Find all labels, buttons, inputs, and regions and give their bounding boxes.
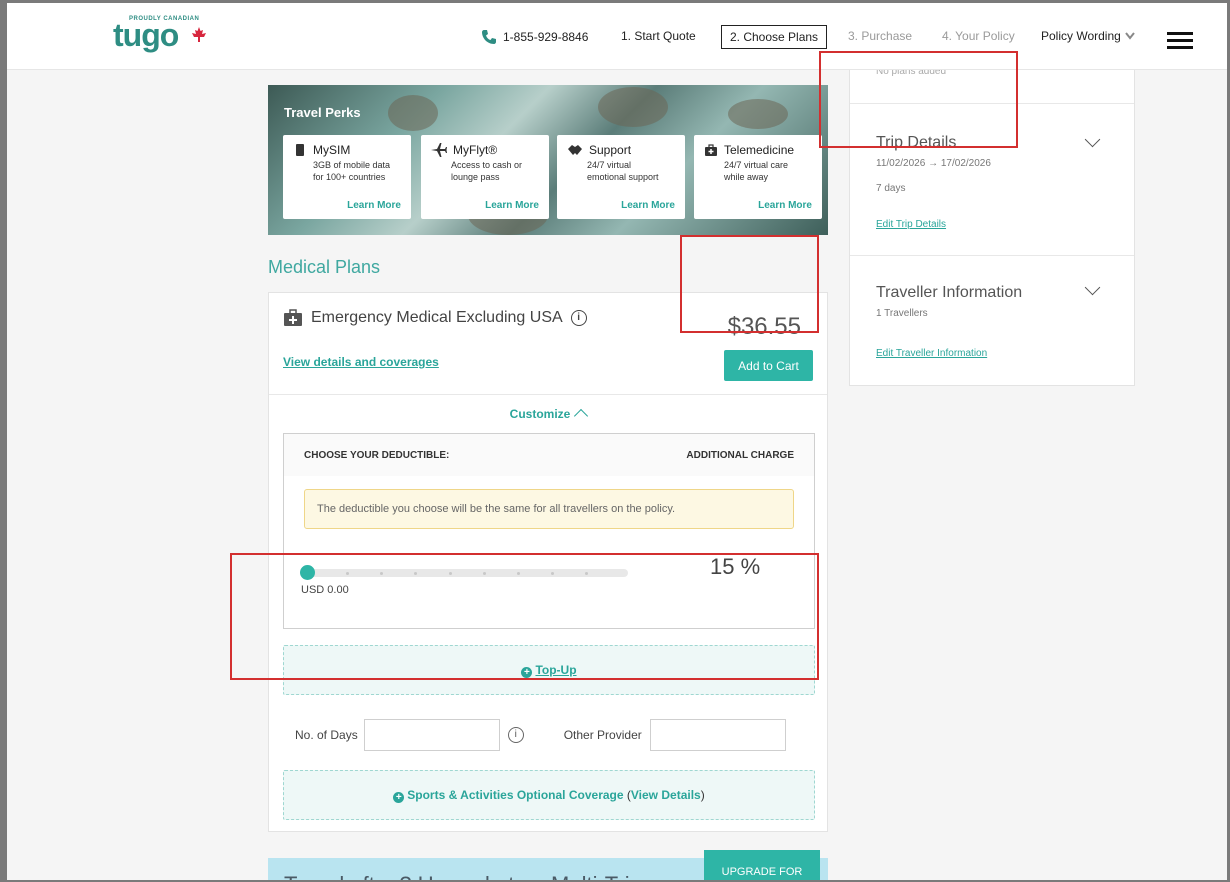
days-row: No. of Days i Other Provider	[295, 719, 786, 751]
info-icon[interactable]: i	[570, 310, 587, 326]
step-start-quote[interactable]: 1. Start Quote	[621, 29, 696, 43]
customize-toggle[interactable]: Customize	[269, 407, 827, 424]
perk-card-mysim: MySIM 3GB of mobile data for 100+ countri…	[283, 135, 411, 219]
days-input[interactable]	[363, 719, 500, 751]
deductible-panel: CHOOSE YOUR DEDUCTIBLE: ADDITIONAL CHARG…	[283, 433, 815, 629]
edit-traveller-info-link[interactable]: Edit Traveller Information	[876, 348, 987, 359]
perk-desc: Access to cash or	[451, 160, 523, 170]
policy-wording-menu[interactable]: Policy Wording	[1041, 29, 1135, 43]
deductible-notice: The deductible you choose will be the sa…	[304, 489, 794, 529]
trip-dates: 11/02/2026 → 17/02/2026	[876, 158, 991, 169]
perk-desc: for 100+ countries	[313, 172, 386, 182]
multi-trip-upsell: Travel often? Upgrade to a Multi-Trip UP…	[268, 850, 828, 880]
sports-view-details-link[interactable]: View Details	[631, 788, 701, 802]
perk-name: Telemedicine	[724, 143, 795, 157]
sports-label: Sports & Activities Optional Coverage	[407, 788, 624, 802]
perk-card-myflyt: MyFlyt® Access to cash or lounge pass Lea…	[421, 135, 549, 219]
phone-link[interactable]: 1-855-929-8846	[481, 29, 588, 45]
trip-days: 7 days	[876, 183, 906, 194]
perks-title: Travel Perks	[284, 105, 361, 120]
other-provider-label: Other Provider	[563, 728, 642, 742]
sports-paren-open: (	[623, 788, 631, 802]
top-up-label: Top-Up	[535, 663, 577, 677]
top-up-button[interactable]: + Top-Up	[283, 645, 815, 695]
perk-desc: 24/7 virtual	[587, 160, 632, 170]
edit-trip-details-link[interactable]: Edit Trip Details	[876, 219, 946, 230]
perk-desc: 24/7 virtual care	[724, 160, 789, 170]
traveller-info-title: Traveller Information	[876, 284, 1023, 301]
divider	[269, 394, 827, 395]
airplane-icon	[431, 143, 447, 157]
learn-more-mysim-link[interactable]: Learn More	[347, 200, 401, 211]
medical-bag-icon	[705, 144, 717, 156]
info-icon[interactable]: i	[507, 727, 524, 743]
step-your-policy: 4. Your Policy	[942, 29, 1015, 43]
learn-more-myflyt-link[interactable]: Learn More	[485, 200, 539, 211]
perk-name: MySIM	[313, 143, 351, 157]
slider-thumb[interactable]	[300, 565, 315, 580]
perk-name: Support	[589, 143, 632, 157]
deductible-label: CHOOSE YOUR DEDUCTIBLE:	[304, 449, 450, 461]
learn-more-telemedicine-link[interactable]: Learn More	[758, 200, 812, 211]
perk-desc: lounge pass	[451, 172, 500, 182]
chevron-up-icon	[574, 408, 589, 424]
handshake-icon	[568, 145, 582, 155]
perk-desc: 3GB of mobile data	[313, 160, 391, 170]
perk-desc: while away	[724, 172, 769, 182]
other-provider-input[interactable]	[649, 719, 786, 751]
multi-trip-text: Travel often? Upgrade to a Multi-Trip	[284, 872, 642, 880]
additional-charge-percent: 15 %	[710, 554, 761, 579]
trip-summary-sidebar: No plans added Trip Details 11/02/2026 →…	[849, 66, 1135, 386]
step-choose-plans[interactable]: 2. Choose Plans	[721, 25, 828, 49]
step-purchase: 3. Purchase	[848, 29, 913, 43]
trip-details-title: Trip Details	[876, 134, 957, 151]
plans-column: Travel Perks MySIM 3GB of mobile data for…	[268, 85, 828, 880]
sports-activities-coverage[interactable]: + Sports & Activities Optional Coverage (…	[283, 770, 815, 820]
perk-card-support: Support 24/7 virtual emotional support Le…	[557, 135, 685, 219]
sim-card-icon	[296, 144, 304, 156]
browser-frame: PROUDLY CANADIAN tugo 1-855-929-8846 1. …	[0, 0, 1230, 882]
chevron-down-icon	[1125, 32, 1135, 40]
divider	[850, 103, 1134, 104]
slider-value-label: USD 0.00	[301, 584, 349, 596]
add-to-cart-button[interactable]: Add to Cart	[724, 350, 813, 381]
phone-icon	[482, 30, 496, 44]
perk-desc: emotional support	[587, 172, 659, 182]
sports-paren-close: )	[700, 788, 705, 802]
perk-card-telemedicine: Telemedicine 24/7 virtual care while away…	[694, 135, 822, 219]
plus-circle-icon: +	[393, 792, 405, 803]
days-label: No. of Days	[295, 728, 358, 742]
maple-leaf-icon	[192, 27, 206, 42]
phone-number: 1-855-929-8846	[503, 30, 589, 44]
plan-price: $36.55	[727, 313, 801, 340]
chevron-down-icon[interactable]	[1084, 131, 1101, 148]
top-navigation: PROUDLY CANADIAN tugo 1-855-929-8846 1. …	[7, 3, 1227, 70]
perk-name: MyFlyt®	[453, 143, 498, 157]
deductible-slider[interactable]	[300, 565, 628, 580]
plan-name: Emergency Medical Excluding USA	[311, 309, 563, 326]
additional-charge-label: ADDITIONAL CHARGE	[686, 449, 794, 461]
learn-more-support-link[interactable]: Learn More	[621, 200, 675, 211]
plus-circle-icon: +	[521, 667, 533, 678]
view-details-link[interactable]: View details and coverages	[283, 355, 439, 369]
chevron-down-icon[interactable]	[1084, 279, 1101, 296]
customize-label: Customize	[509, 407, 571, 421]
hamburger-menu-icon[interactable]	[1167, 32, 1193, 53]
upgrade-button[interactable]: UPGRADE FOR	[704, 850, 820, 880]
medical-plans-title: Medical Plans	[268, 257, 381, 277]
travel-perks-banner: Travel Perks MySIM 3GB of mobile data for…	[268, 85, 828, 235]
policy-wording-label: Policy Wording	[1041, 29, 1121, 43]
divider	[850, 255, 1134, 256]
medical-kit-icon	[284, 309, 302, 326]
logo-wordmark: tugo	[113, 17, 179, 53]
traveller-count: 1 Travellers	[876, 308, 928, 319]
plan-card-emergency-medical: Emergency Medical Excluding USA i $36.55…	[268, 292, 828, 832]
